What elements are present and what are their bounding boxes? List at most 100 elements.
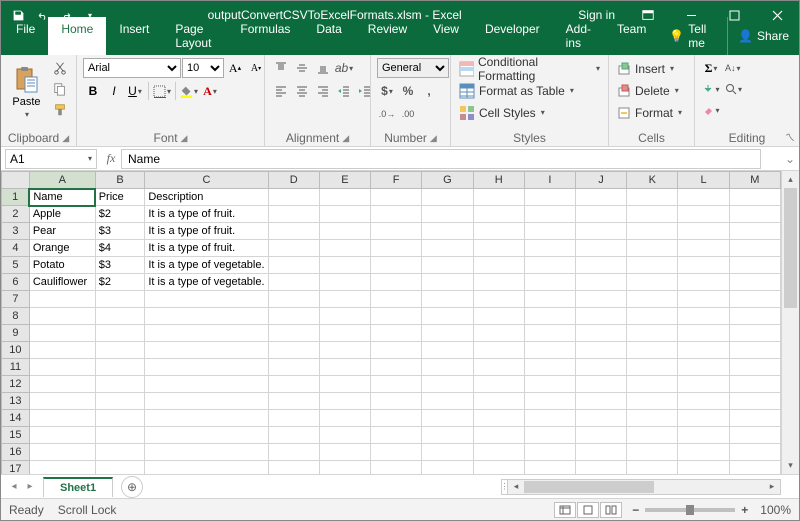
cell-K7[interactable] — [627, 291, 678, 308]
cell-H7[interactable] — [473, 291, 524, 308]
cell-H9[interactable] — [473, 325, 524, 342]
cell-I14[interactable] — [524, 410, 575, 427]
cell-A12[interactable] — [29, 376, 95, 393]
cell-H16[interactable] — [473, 444, 524, 461]
col-header-B[interactable]: B — [95, 172, 145, 189]
scroll-down-icon[interactable]: ▾ — [782, 457, 799, 474]
cell-G15[interactable] — [422, 427, 473, 444]
cell-A1[interactable]: Name — [29, 189, 95, 206]
row-header-10[interactable]: 10 — [2, 342, 30, 359]
cell-A2[interactable]: Apple — [29, 206, 95, 223]
cell-B4[interactable]: $4 — [95, 240, 145, 257]
font-size-select[interactable]: 10 — [182, 58, 224, 78]
cell-D10[interactable] — [268, 342, 319, 359]
cell-B6[interactable]: $2 — [95, 274, 145, 291]
cell-M13[interactable] — [729, 393, 780, 410]
cell-E11[interactable] — [319, 359, 370, 376]
cell-F13[interactable] — [371, 393, 422, 410]
cell-L14[interactable] — [678, 410, 729, 427]
cell-B5[interactable]: $3 — [95, 257, 145, 274]
font-name-select[interactable]: Arial — [83, 58, 181, 78]
row-header-1[interactable]: 1 — [2, 189, 30, 206]
select-all-corner[interactable] — [2, 172, 30, 189]
cell-H10[interactable] — [473, 342, 524, 359]
cell-H12[interactable] — [473, 376, 524, 393]
cell-G5[interactable] — [422, 257, 473, 274]
cell-J8[interactable] — [575, 308, 626, 325]
zoom-slider[interactable] — [645, 508, 735, 512]
dialog-launcher-icon[interactable]: ◢ — [181, 133, 188, 144]
align-center-icon[interactable] — [292, 81, 312, 101]
cell-L12[interactable] — [678, 376, 729, 393]
row-header-8[interactable]: 8 — [2, 308, 30, 325]
cell-F7[interactable] — [371, 291, 422, 308]
cell-I12[interactable] — [524, 376, 575, 393]
cell-F8[interactable] — [371, 308, 422, 325]
cell-E13[interactable] — [319, 393, 370, 410]
cell-F14[interactable] — [371, 410, 422, 427]
cell-J13[interactable] — [575, 393, 626, 410]
cell-L7[interactable] — [678, 291, 729, 308]
cell-F1[interactable] — [371, 189, 422, 206]
cell-M14[interactable] — [729, 410, 780, 427]
cell-A4[interactable]: Orange — [29, 240, 95, 257]
cell-E14[interactable] — [319, 410, 370, 427]
cell-H2[interactable] — [473, 206, 524, 223]
cell-I15[interactable] — [524, 427, 575, 444]
cell-I16[interactable] — [524, 444, 575, 461]
cell-C15[interactable] — [145, 427, 268, 444]
expand-formula-icon[interactable]: ⌄ — [781, 152, 799, 166]
cell-G6[interactable] — [422, 274, 473, 291]
format-cells-button[interactable]: Format▾ — [615, 102, 688, 123]
cell-L11[interactable] — [678, 359, 729, 376]
underline-button[interactable]: U▾ — [125, 81, 145, 101]
cell-C8[interactable] — [145, 308, 268, 325]
cell-F17[interactable] — [371, 461, 422, 475]
cell-K17[interactable] — [627, 461, 678, 475]
cell-I4[interactable] — [524, 240, 575, 257]
cell-H1[interactable] — [473, 189, 524, 206]
cell-B12[interactable] — [95, 376, 145, 393]
cell-A3[interactable]: Pear — [29, 223, 95, 240]
formula-input[interactable]: Name — [121, 149, 761, 169]
cell-C10[interactable] — [145, 342, 268, 359]
cell-M8[interactable] — [729, 308, 780, 325]
cell-K15[interactable] — [627, 427, 678, 444]
autosum-icon[interactable]: Σ▾ — [701, 58, 721, 78]
cell-D3[interactable] — [268, 223, 319, 240]
cell-L5[interactable] — [678, 257, 729, 274]
cell-K2[interactable] — [627, 206, 678, 223]
cell-K13[interactable] — [627, 393, 678, 410]
cell-M16[interactable] — [729, 444, 780, 461]
cell-J16[interactable] — [575, 444, 626, 461]
tab-team[interactable]: Team — [604, 17, 659, 55]
cell-J4[interactable] — [575, 240, 626, 257]
tab-page-layout[interactable]: Page Layout — [162, 17, 227, 55]
cell-E8[interactable] — [319, 308, 370, 325]
cell-M9[interactable] — [729, 325, 780, 342]
decrease-font-icon[interactable]: A▾ — [246, 58, 266, 78]
cell-E3[interactable] — [319, 223, 370, 240]
align-top-icon[interactable] — [271, 58, 291, 78]
col-header-D[interactable]: D — [268, 172, 319, 189]
cell-J10[interactable] — [575, 342, 626, 359]
collapse-ribbon-icon[interactable]: ㄟ — [785, 129, 795, 144]
cell-C16[interactable] — [145, 444, 268, 461]
cell-B2[interactable]: $2 — [95, 206, 145, 223]
cell-B17[interactable] — [95, 461, 145, 475]
cell-K11[interactable] — [627, 359, 678, 376]
cell-A14[interactable] — [29, 410, 95, 427]
cell-K10[interactable] — [627, 342, 678, 359]
align-left-icon[interactable] — [271, 81, 291, 101]
tab-insert[interactable]: Insert — [106, 17, 162, 55]
scroll-up-icon[interactable]: ▴ — [782, 171, 799, 188]
cell-A10[interactable] — [29, 342, 95, 359]
row-header-5[interactable]: 5 — [2, 257, 30, 274]
cell-E1[interactable] — [319, 189, 370, 206]
row-header-16[interactable]: 16 — [2, 444, 30, 461]
cell-H3[interactable] — [473, 223, 524, 240]
cell-G2[interactable] — [422, 206, 473, 223]
cell-G7[interactable] — [422, 291, 473, 308]
cell-G13[interactable] — [422, 393, 473, 410]
cell-E12[interactable] — [319, 376, 370, 393]
